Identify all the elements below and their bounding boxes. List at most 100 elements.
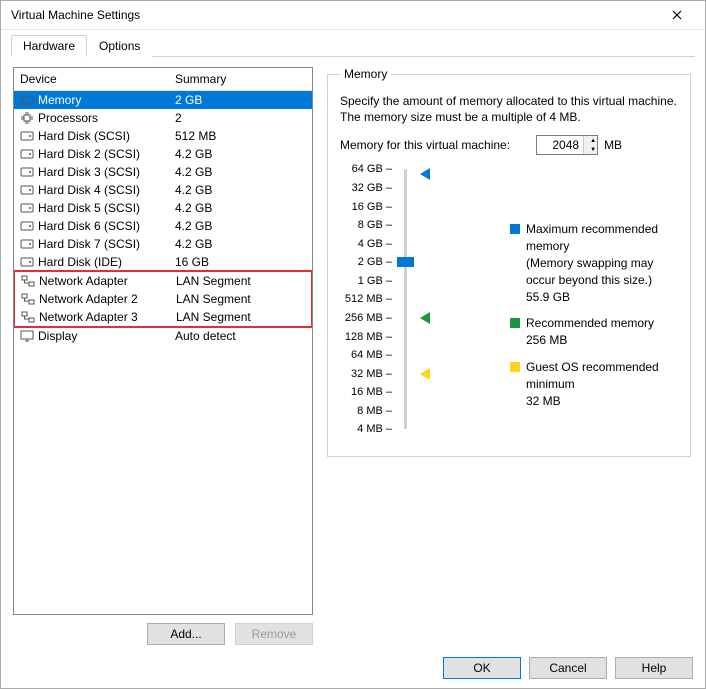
device-summary: 4.2 GB — [175, 165, 306, 179]
add-button[interactable]: Add... — [147, 623, 225, 645]
disk-icon — [20, 166, 34, 178]
legend-rec-label: Recommended memory — [526, 315, 654, 332]
tick-label: 256 MB – — [340, 312, 392, 324]
help-button[interactable]: Help — [615, 657, 693, 679]
device-row[interactable]: Hard Disk (IDE)16 GB — [14, 253, 312, 271]
device-name: Display — [38, 329, 77, 343]
close-icon — [672, 10, 682, 20]
close-button[interactable] — [657, 1, 697, 29]
tick-label: 16 GB – — [340, 201, 392, 213]
cancel-button[interactable]: Cancel — [529, 657, 607, 679]
device-row[interactable]: Hard Disk 3 (SCSI) 4.2 GB — [14, 163, 312, 181]
device-row[interactable]: Hard Disk 5 (SCSI) 4.2 GB — [14, 199, 312, 217]
disk-icon — [20, 148, 34, 160]
legend-rec-val: 256 MB — [526, 332, 678, 349]
spin-down-icon[interactable]: ▼ — [584, 145, 597, 154]
legend-min-val: 32 MB — [526, 393, 678, 410]
memory-legend-list: Maximum recommended memory (Memory swapp… — [510, 221, 678, 419]
left-pane: Device Summary Memory2 GBProcessors2Hard… — [13, 67, 313, 645]
device-list-header: Device Summary — [14, 68, 312, 91]
tabs-area: Hardware Options — [1, 30, 705, 57]
spin-up-icon[interactable]: ▲ — [584, 136, 597, 145]
square-icon — [510, 318, 520, 328]
device-name: Hard Disk 6 (SCSI) — [38, 219, 140, 233]
tick-label: 32 MB – — [340, 368, 392, 380]
disk-icon — [20, 202, 34, 214]
ok-button[interactable]: OK — [443, 657, 521, 679]
tick-label: 2 GB – — [340, 256, 392, 268]
device-summary: 4.2 GB — [175, 201, 306, 215]
device-name: Hard Disk 2 (SCSI) — [38, 147, 140, 161]
device-row[interactable]: DisplayAuto detect — [14, 327, 312, 345]
device-list[interactable]: Device Summary Memory2 GBProcessors2Hard… — [13, 67, 313, 615]
rows-after-highlight: DisplayAuto detect — [14, 327, 312, 345]
tick-label: 64 GB – — [340, 163, 392, 175]
memory-icon — [20, 94, 34, 106]
square-icon — [510, 362, 520, 372]
device-name: Hard Disk 4 (SCSI) — [38, 183, 140, 197]
rec-arrow-icon — [420, 312, 430, 324]
device-row[interactable]: Hard Disk 7 (SCSI)4.2 GB — [14, 235, 312, 253]
slider-thumb[interactable] — [397, 257, 414, 267]
tab-hardware[interactable]: Hardware — [11, 35, 87, 57]
device-summary: LAN Segment — [176, 292, 305, 306]
memory-unit: MB — [604, 138, 622, 152]
legend-max-label: Maximum recommended memory — [526, 221, 678, 255]
device-name: Hard Disk 7 (SCSI) — [38, 237, 140, 251]
net-icon — [21, 293, 35, 305]
tick-label: 4 GB – — [340, 238, 392, 250]
memory-spinner[interactable]: ▲ ▼ — [536, 135, 598, 155]
slider-track[interactable] — [404, 169, 407, 429]
device-row[interactable]: Hard Disk 6 (SCSI) 4.2 GB — [14, 217, 312, 235]
memory-legend: Memory — [340, 67, 391, 81]
device-row[interactable]: Hard Disk 4 (SCSI) 4.2 GB — [14, 181, 312, 199]
dialog-footer: OK Cancel Help — [1, 651, 705, 689]
tab-options[interactable]: Options — [87, 35, 152, 57]
tick-label: 8 GB – — [340, 219, 392, 231]
remove-button: Remove — [235, 623, 313, 645]
memory-input[interactable] — [537, 136, 583, 154]
min-arrow-icon — [420, 368, 430, 380]
header-device: Device — [20, 72, 175, 86]
device-summary: 4.2 GB — [175, 219, 306, 233]
device-row[interactable]: Network AdapterLAN Segment — [15, 272, 311, 290]
tick-label: 1 GB – — [340, 275, 392, 287]
device-name: Hard Disk 3 (SCSI) — [38, 165, 140, 179]
memory-input-label: Memory for this virtual machine: — [340, 138, 510, 152]
device-summary: 512 MB — [175, 129, 306, 143]
disk-icon — [20, 256, 34, 268]
legend-max-val: 55.9 GB — [526, 289, 678, 306]
device-name: Hard Disk (IDE) — [38, 255, 122, 269]
tabs: Hardware Options — [11, 34, 695, 57]
device-summary: 4.2 GB — [175, 183, 306, 197]
tick-label: 128 MB – — [340, 331, 392, 343]
cpu-icon — [20, 112, 34, 124]
content: Device Summary Memory2 GBProcessors2Hard… — [1, 57, 705, 651]
window-title: Virtual Machine Settings — [11, 8, 657, 22]
memory-chart: 64 GB –32 GB –16 GB –8 GB –4 GB –2 GB –1… — [340, 169, 678, 449]
legend-rec: Recommended memory 256 MB — [510, 315, 678, 349]
device-row[interactable]: Hard Disk 2 (SCSI) 4.2 GB — [14, 145, 312, 163]
device-name: Hard Disk 5 (SCSI) — [38, 201, 140, 215]
device-name: Network Adapter — [39, 274, 128, 288]
rows-before-highlight: Memory2 GBProcessors2 Hard Disk (SCSI) 512… — [14, 91, 312, 271]
disk-icon — [20, 184, 34, 196]
device-row[interactable]: Hard Disk (SCSI) 512 MB — [14, 127, 312, 145]
device-row[interactable]: Network Adapter 3LAN Segment — [15, 308, 311, 326]
device-name: Processors — [38, 111, 98, 125]
settings-window: Virtual Machine Settings Hardware Option… — [0, 0, 706, 689]
device-name: Hard Disk (SCSI) — [38, 129, 130, 143]
right-pane: Memory Specify the amount of memory allo… — [325, 67, 693, 645]
device-row[interactable]: Processors2 — [14, 109, 312, 127]
legend-min: Guest OS recommended minimum 32 MB — [510, 359, 678, 409]
tick-label: 16 MB – — [340, 386, 392, 398]
memory-description: Specify the amount of memory allocated t… — [340, 93, 678, 125]
device-row[interactable]: Network Adapter 2LAN Segment — [15, 290, 311, 308]
max-arrow-icon — [420, 168, 430, 180]
tick-area: 64 GB –32 GB –16 GB –8 GB –4 GB –2 GB –1… — [340, 169, 400, 429]
device-summary: 4.2 GB — [175, 147, 306, 161]
tick-label: 32 GB – — [340, 182, 392, 194]
device-name: Memory — [38, 93, 81, 107]
spinner-buttons: ▲ ▼ — [583, 136, 597, 154]
device-row[interactable]: Memory2 GB — [14, 91, 312, 109]
